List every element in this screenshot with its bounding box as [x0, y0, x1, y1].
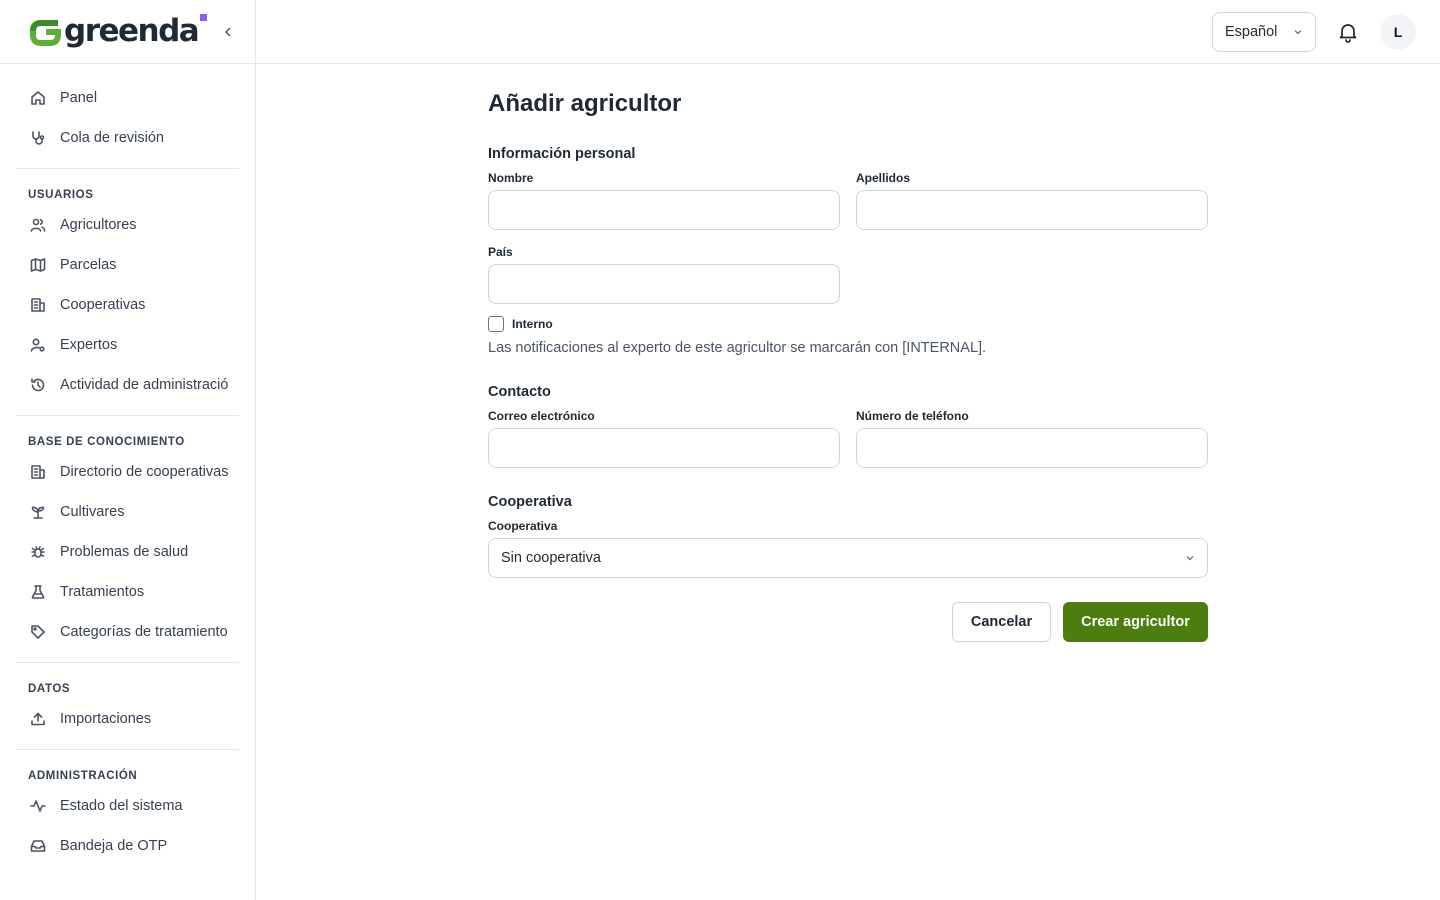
flask-icon [28, 582, 48, 602]
sidebar-item-imports[interactable]: Importaciones [16, 699, 239, 739]
users-icon [28, 215, 48, 235]
cooperative-select-value: Sin cooperativa [501, 550, 601, 566]
home-icon [28, 88, 48, 108]
first-name-label: Nombre [488, 171, 534, 185]
collapse-sidebar-button[interactable] [218, 22, 238, 42]
create-farmer-button[interactable]: Crear agricultor [1063, 602, 1208, 642]
first-name-input[interactable] [488, 190, 840, 230]
chevron-left-icon [225, 27, 231, 37]
sidebar-item-health-problems[interactable]: Problemas de salud [16, 532, 239, 572]
country-label: País [488, 245, 513, 259]
sidebar-item-panel[interactable]: Panel [16, 78, 239, 118]
map-icon [28, 255, 48, 275]
sidebar-item-plots[interactable]: Parcelas [16, 245, 239, 285]
phone-input[interactable] [856, 428, 1208, 468]
cooperative-select[interactable]: Sin cooperativa [488, 538, 1208, 578]
sidebar-item-coop-directory[interactable]: Directorio de cooperativas [16, 452, 239, 492]
sidebar-item-label: Cultivares [60, 504, 125, 520]
sidebar-item-treatment-categories[interactable]: Categorías de tratamiento [16, 612, 239, 652]
nav-group-knowledge-base: BASE DE CONOCIMIENTO Directorio de coope… [16, 416, 239, 663]
nav-group-users: USUARIOS Agricultores Parcelas Cooperati… [16, 169, 239, 416]
chevron-down-icon [1186, 556, 1194, 561]
last-name-label: Apellidos [856, 171, 911, 185]
email-input[interactable] [488, 428, 840, 468]
topbar: Español L [256, 0, 1440, 64]
sidebar-item-label: Importaciones [60, 711, 152, 727]
phone-label: Número de teléfono [856, 409, 969, 423]
sidebar-item-label: Directorio de cooperativas [60, 464, 228, 480]
bug-icon [28, 542, 48, 562]
sidebar-item-label: Parcelas [60, 257, 117, 273]
sidebar-item-label: Categorías de tratamiento [60, 624, 228, 640]
bell-icon [1339, 24, 1357, 43]
sidebar-item-label: Panel [60, 90, 98, 106]
nav-group-title: DATOS [28, 683, 71, 695]
sprout-icon [28, 502, 48, 522]
nav-group-data: DATOS Importaciones [16, 663, 239, 750]
section-personal-info: Información personal [488, 146, 636, 162]
nav-group-title: ADMINISTRACIÓN [28, 770, 138, 782]
sidebar-item-label: Bandeja de OTP [60, 838, 168, 854]
language-select[interactable]: Español [1212, 12, 1316, 52]
sidebar-item-label: Estado del sistema [60, 798, 183, 814]
inbox-icon [28, 836, 48, 856]
last-name-input[interactable] [856, 190, 1208, 230]
sidebar-item-label: Actividad de administración [60, 377, 228, 393]
user-avatar[interactable]: L [1380, 14, 1416, 50]
sidebar-item-cultivars[interactable]: Cultivares [16, 492, 239, 532]
brand-name-text: greenda [64, 13, 200, 49]
history-icon [28, 375, 48, 395]
sidebar-item-label: Expertos [60, 337, 118, 353]
sidebar-item-label: Problemas de salud [60, 544, 189, 560]
sidebar-item-admin-activity[interactable]: Actividad de administración [16, 365, 239, 405]
brand-name: greenda [64, 13, 208, 49]
brand-logo[interactable]: greenda [28, 12, 208, 52]
sidebar-nav: Panel Cola de revisión USUARIOS Agricult… [0, 64, 255, 876]
sidebar-item-label: Tratamientos [60, 584, 145, 600]
greenda-logo-icon [30, 19, 61, 46]
section-cooperative: Cooperativa [488, 494, 572, 510]
chevron-down-icon [1294, 30, 1302, 35]
email-label: Correo electrónico [488, 409, 595, 423]
internal-checkbox[interactable] [488, 316, 504, 332]
stethoscope-icon [28, 128, 48, 148]
sidebar-item-experts[interactable]: Expertos [16, 325, 239, 365]
nav-group-main: Panel Cola de revisión [16, 64, 239, 169]
sidebar-item-label: Agricultores [60, 217, 137, 233]
section-contact: Contacto [488, 384, 551, 400]
country-input[interactable] [488, 264, 840, 304]
cooperative-label: Cooperativa [488, 519, 558, 533]
sidebar-item-review-queue[interactable]: Cola de revisión [16, 118, 239, 158]
tag-icon [28, 622, 48, 642]
sidebar-item-farmers[interactable]: Agricultores [16, 205, 239, 245]
cancel-button[interactable]: Cancelar [952, 602, 1051, 642]
sidebar-item-cooperatives[interactable]: Cooperativas [16, 285, 239, 325]
building-icon [28, 295, 48, 315]
sidebar-item-label: Cola de revisión [60, 130, 164, 146]
internal-hint-text: Las notificaciones al experto de este ag… [488, 340, 987, 356]
sidebar-item-otp-inbox[interactable]: Bandeja de OTP [16, 826, 239, 866]
building-icon [28, 462, 48, 482]
internal-checkbox-label: Interno [512, 317, 553, 331]
user-cog-icon [28, 335, 48, 355]
sidebar: greenda Panel Cola de revisión USUARIOS … [0, 0, 256, 900]
notifications-button[interactable] [1336, 20, 1360, 44]
sidebar-item-label: Cooperativas [60, 297, 146, 313]
sidebar-item-system-status[interactable]: Estado del sistema [16, 786, 239, 826]
upload-icon [28, 709, 48, 729]
logo-dot [200, 14, 208, 21]
sidebar-header: greenda [0, 0, 255, 64]
sidebar-item-treatments[interactable]: Tratamientos [16, 572, 239, 612]
nav-group-title: BASE DE CONOCIMIENTO [28, 436, 185, 448]
activity-icon [28, 796, 48, 816]
page-title: Añadir agricultor [488, 90, 682, 117]
nav-group-title: USUARIOS [28, 189, 94, 201]
nav-group-administration: ADMINISTRACIÓN Estado del sistema Bandej… [16, 750, 239, 876]
language-select-value: Español [1225, 24, 1278, 40]
